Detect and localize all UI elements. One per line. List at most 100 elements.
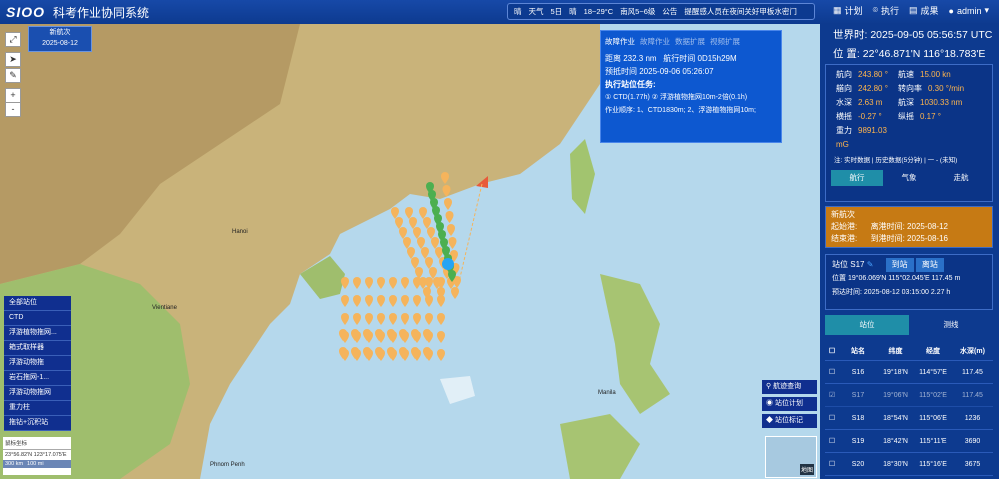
tab-video-extension[interactable]: 视频扩展 [710, 35, 740, 48]
legend-zooplankton-net[interactable]: 浮游动物拖网 [4, 386, 71, 401]
legend-gravity-corer[interactable]: 重力柱 [4, 401, 71, 416]
measure-icon[interactable]: ✎ [5, 68, 21, 83]
station-plan-button[interactable]: ◉ 站位计划 [762, 397, 817, 411]
minimap[interactable]: 地图 [765, 436, 817, 478]
legend-drill-sediment[interactable]: 拖钻+沉积站 [4, 416, 71, 431]
row-checkbox[interactable]: ☐ [825, 460, 839, 468]
station-pin [389, 295, 397, 307]
nav-data-label: 水深 [836, 98, 852, 107]
nav-data-value: 243.80 ° [858, 70, 888, 79]
track-query-button[interactable]: ⚲ 航迹查询 [762, 380, 817, 394]
depart-button[interactable]: 离站 [915, 258, 944, 272]
tab-stations[interactable]: 站位 [825, 315, 909, 335]
nav-plan[interactable]: ▦ 计划 [833, 4, 863, 17]
row-checkbox[interactable]: ☑ [825, 391, 839, 399]
nav-data-value: 1030.33 nm [920, 98, 963, 107]
row-checkbox[interactable]: ☐ [825, 437, 839, 445]
nav-data-value: 15.00 kn [920, 70, 951, 79]
nav-data-label: 重力 [836, 126, 852, 135]
table-row[interactable]: ☐ S16 19°18'N 114°57'E 117.45 [825, 361, 993, 384]
station-pin [365, 277, 373, 289]
search-icon: ⚲ [766, 383, 772, 390]
station-mark-button[interactable]: ◆ 站位标记 [762, 414, 817, 428]
right-panel: 世界时: 2025-09-05 05:56:57 UTC 位 置: 22°46.… [820, 24, 999, 479]
station-pin [444, 198, 452, 210]
scale-mi: 100 mi [27, 461, 44, 467]
navigate-icon[interactable]: ➤ [5, 52, 21, 67]
arrive-button[interactable]: 到站 [885, 258, 914, 272]
nav-execute[interactable]: ⌾ 执行 [873, 4, 899, 17]
scale-km: 300 km [5, 461, 24, 467]
station-pin [341, 277, 349, 289]
station-pin [441, 172, 449, 184]
tab-lines[interactable]: 测线 [909, 315, 993, 335]
table-row[interactable]: ☐ S20 18°30'N 115°16'E 3675 [825, 453, 993, 476]
cruise-info-box: 新航次 起始港: 离港时间: 2025-08-12 结束港: 到港时间: 202… [825, 206, 993, 248]
station-pin [377, 277, 385, 289]
legend-box-sampler[interactable]: 箱式取样器 [4, 341, 71, 356]
station-pin [437, 295, 445, 307]
select-all-checkbox[interactable]: ☐ [825, 347, 839, 355]
table-row[interactable]: ☐ S19 18°42'N 115°11'E 3690 [825, 430, 993, 453]
legend-zoo-net[interactable]: 浮游动物拖 [4, 356, 71, 371]
row-checkbox[interactable]: ☐ [825, 368, 839, 376]
nav-data-label: 转向率 [898, 84, 922, 93]
ship-position: 位 置: 22°46.871'N 116°18.783'E [833, 48, 986, 60]
station-pin [437, 331, 445, 343]
nav-data-label: 横摇 [836, 112, 852, 121]
map-canvas[interactable]: Hanoi Vientiane Manila Phnom Penh ⤢ ➤ ✎ … [0, 24, 820, 479]
station-pin [442, 185, 451, 197]
tab-fault-work[interactable]: 故障作业 [605, 35, 635, 48]
station-pin [377, 295, 385, 307]
plan-icon: ◉ [766, 400, 773, 407]
legend-all-stations[interactable]: 全部站位 [4, 296, 71, 311]
row-checkbox[interactable]: ☐ [825, 414, 839, 422]
tab-underway[interactable]: 走航 [935, 170, 987, 186]
nav-data-label: 航速 [898, 70, 914, 79]
legend-phyto-net[interactable]: 浮游植物拖网... [4, 326, 71, 341]
cruise-card[interactable]: 新航次 2025-08-12 [28, 26, 92, 52]
station-pin [389, 277, 397, 289]
legend-ctd[interactable]: CTD [4, 311, 71, 326]
station-pin [425, 295, 433, 307]
nav-results[interactable]: ▤ 成果 [909, 4, 939, 17]
station-type-legend: 全部站位 CTD 浮游植物拖网... 箱式取样器 浮游动物拖 岩石拖网-1...… [4, 296, 71, 431]
station-pin [353, 295, 361, 307]
calendar-icon: ▦ [833, 5, 842, 15]
tab-data-extension[interactable]: 数据扩展 [675, 35, 705, 48]
table-row[interactable]: ☑ S17 19°06'N 115°02'E 117.45 [825, 384, 993, 407]
fullscreen-icon[interactable]: ⤢ [5, 32, 21, 47]
logo: SIOO [6, 4, 46, 20]
station-pin [401, 313, 409, 325]
zoom-in-button[interactable]: + [5, 88, 21, 103]
tag-icon: ◆ [766, 417, 773, 424]
station-pin [413, 277, 421, 289]
table-icon: ▤ [908, 5, 918, 15]
nav-user-menu[interactable]: ● admin ▾ [949, 5, 989, 16]
nav-data-label: 航向 [836, 70, 852, 79]
nav-data-value: -0.27 ° [858, 112, 882, 121]
station-pin [413, 295, 421, 307]
chevron-down-icon: ▾ [984, 5, 989, 15]
nav-data-label: 航深 [898, 98, 914, 107]
table-row[interactable]: ☐ S18 18°54'N 115°06'E 1236 [825, 407, 993, 430]
tab-navigation[interactable]: 航行 [831, 170, 883, 186]
zoom-out-button[interactable]: - [5, 102, 21, 117]
nav-data-label: 艏向 [836, 84, 852, 93]
tab-weather[interactable]: 气象 [883, 170, 935, 186]
edit-icon[interactable]: ✎ [867, 260, 874, 269]
ship-icon [442, 258, 454, 270]
user-icon: ● [948, 5, 954, 16]
legend-rock-dredge[interactable]: 岩石拖网-1... [4, 371, 71, 386]
app-title: 科考作业协同系统 [53, 5, 150, 20]
station-pin [425, 313, 433, 325]
station-pin [341, 313, 349, 325]
station-pin [437, 349, 445, 361]
station-pin [401, 277, 409, 289]
current-station-box: 站位 S17 ✎ 到站 离站 位置 19°06.069'N 115°02.045… [825, 254, 993, 310]
utc-time: 世界时: 2025-09-05 05:56:57 UTC [833, 29, 993, 41]
tab-fault-work-2[interactable]: 故障作业 [640, 35, 670, 48]
map-action-buttons: ⚲ 航迹查询 ◉ 站位计划 ◆ 站位标记 [762, 380, 817, 431]
nav-data-value: 242.80 ° [858, 84, 888, 93]
station-pin [413, 313, 421, 325]
